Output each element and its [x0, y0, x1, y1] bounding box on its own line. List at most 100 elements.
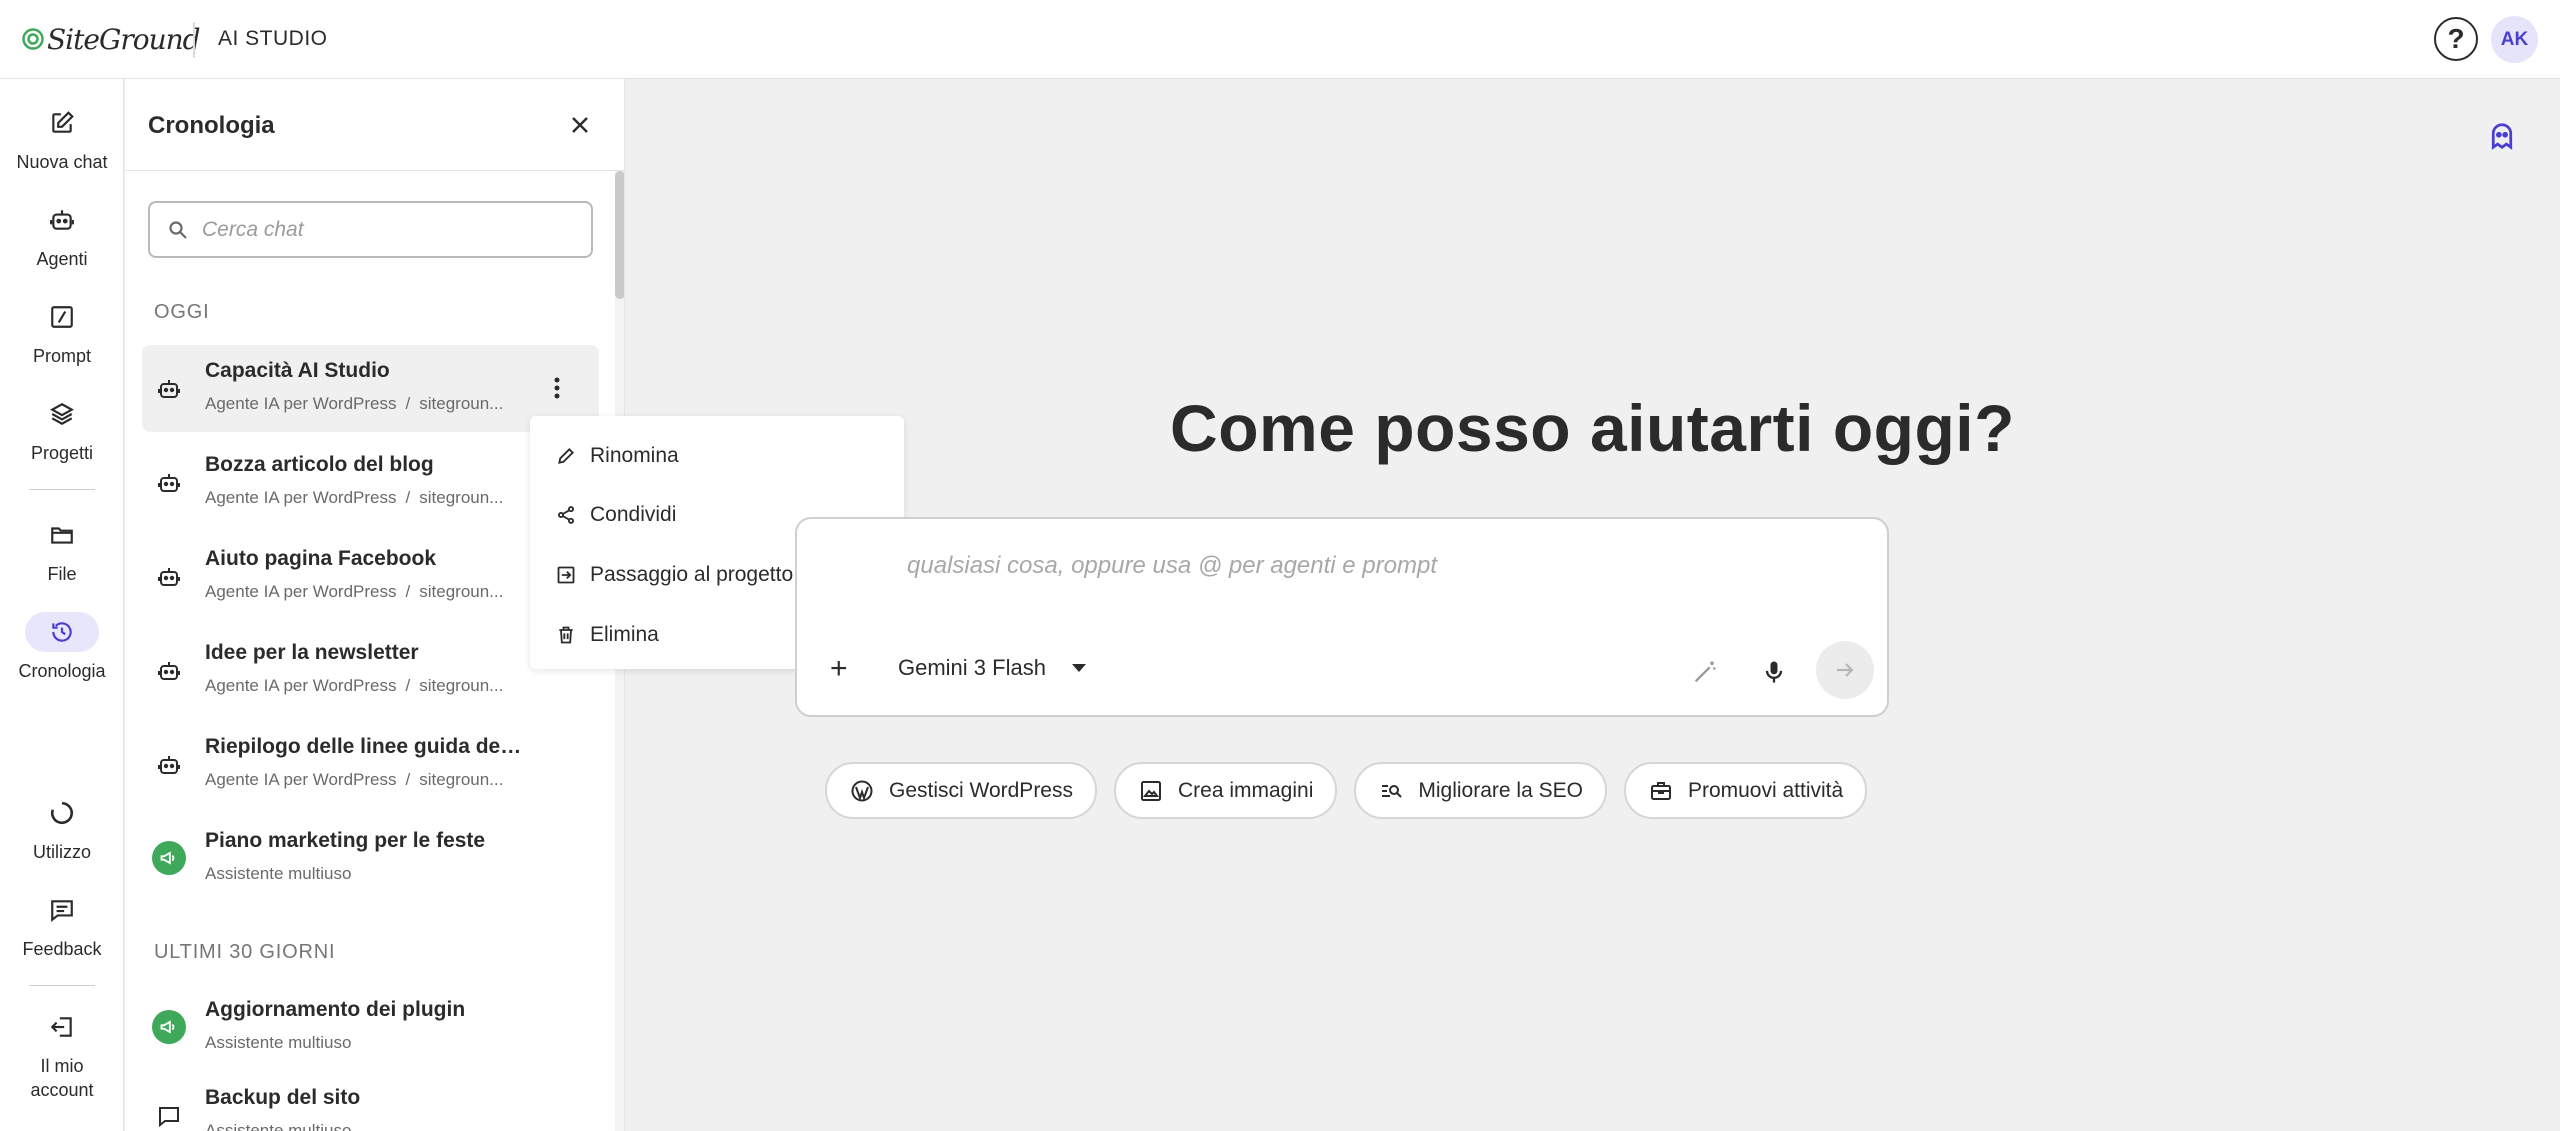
left-nav: Nuova chat Agenti Prompt Progetti File C…	[0, 79, 124, 1131]
wordpress-icon	[849, 778, 875, 804]
folder-icon	[25, 515, 99, 555]
chat-agent: Assistente multiuso	[205, 1121, 352, 1131]
chat-subtitle: Agente IA per WordPress / sitegroun...	[205, 394, 527, 414]
chat-bubble-icon	[154, 1101, 184, 1131]
robot-icon	[154, 374, 184, 404]
chip-label: Migliorare la SEO	[1418, 778, 1583, 802]
menu-item-label: Passaggio al progetto	[590, 563, 794, 586]
nav-history[interactable]: Cronologia	[0, 612, 124, 683]
nav-divider	[29, 489, 95, 490]
nav-label: Feedback	[22, 939, 102, 959]
microphone-icon[interactable]	[1760, 658, 1788, 686]
robot-icon	[154, 562, 184, 592]
chat-title: Aggiornamento dei plugin	[205, 998, 466, 1021]
search-input[interactable]	[202, 217, 562, 242]
robot-icon	[154, 656, 184, 686]
trash-icon	[554, 623, 578, 647]
siteground-logo[interactable]: SiteGround	[22, 20, 201, 58]
user-avatar[interactable]: AK	[2491, 16, 2538, 63]
logo-text: SiteGround	[47, 22, 201, 56]
section-title-last-30-days: ULTIMI 30 GIORNI	[154, 941, 336, 963]
chat-subtitle: Agente IA per WordPress / sitegroun...	[205, 488, 527, 508]
seo-search-icon	[1378, 778, 1404, 804]
prompt-composer: qualsiasi cosa, oppure usa @ per agenti …	[795, 517, 1889, 717]
model-selector[interactable]: Gemini 3 Flash	[898, 655, 1086, 681]
chip-create-images[interactable]: Crea immagini	[1114, 762, 1338, 819]
suggestion-chips: Gestisci WordPress Crea immagini Miglior…	[825, 762, 1868, 819]
nav-label: Nuova chat	[16, 152, 108, 172]
help-button[interactable]: ?	[2434, 17, 2478, 61]
section-title-today: OGGI	[154, 301, 210, 323]
nav-label: Agenti	[36, 249, 88, 269]
chat-separator: /	[405, 488, 411, 507]
chat-title: Idee per la newsletter	[205, 641, 419, 664]
chat-title: Aiuto pagina Facebook	[205, 547, 437, 570]
chat-subtitle: Agente IA per WordPress / sitegroun...	[205, 676, 527, 696]
share-icon	[554, 503, 578, 527]
ghost-icon[interactable]	[2487, 121, 2517, 151]
close-button[interactable]	[566, 111, 594, 139]
prompt-icon	[25, 297, 99, 337]
search-box	[148, 201, 593, 258]
nav-feedback[interactable]: Feedback	[0, 890, 124, 961]
more-options-button[interactable]	[542, 373, 572, 403]
chat-title: Riepilogo delle linee guida del b...	[205, 735, 525, 758]
send-button[interactable]	[1816, 641, 1874, 699]
chat-subtitle: Agente IA per WordPress / sitegroun...	[205, 582, 527, 602]
chip-improve-seo[interactable]: Migliorare la SEO	[1354, 762, 1607, 819]
megaphone-icon	[152, 841, 186, 875]
chat-agent: Assistente multiuso	[205, 864, 352, 883]
chat-list-item[interactable]: Piano marketing per le feste Assistente m…	[142, 815, 599, 902]
chat-site: sitegroun...	[419, 488, 504, 507]
chat-site: sitegroun...	[419, 770, 504, 789]
chat-subtitle: Assistente multiuso	[205, 864, 527, 884]
move-to-icon	[554, 563, 578, 587]
nav-new-chat[interactable]: Nuova chat	[0, 103, 124, 174]
chip-label: Crea immagini	[1178, 778, 1314, 802]
chat-separator: /	[405, 676, 411, 695]
nav-prompt[interactable]: Prompt	[0, 297, 124, 368]
logout-icon	[25, 1007, 99, 1047]
magic-wand-icon[interactable]	[1691, 658, 1719, 686]
pencil-icon	[554, 444, 578, 468]
nav-projects[interactable]: Progetti	[0, 394, 124, 465]
question-icon: ?	[2447, 23, 2465, 54]
nav-label: Utilizzo	[32, 842, 91, 862]
logo-icon	[22, 28, 44, 50]
scrollbar-thumb[interactable]	[615, 171, 624, 299]
top-bar: SiteGround AI STUDIO ? AK	[0, 0, 2560, 79]
welcome-heading: Come posso aiutarti oggi?	[1170, 391, 2015, 465]
chip-label: Gestisci WordPress	[889, 778, 1073, 802]
nav-account[interactable]: Il mio account	[0, 1007, 124, 1102]
chat-list-item[interactable]: Riepilogo delle linee guida del b... Agen…	[142, 721, 599, 808]
add-attachment-button[interactable]: +	[830, 652, 848, 686]
chip-manage-wordpress[interactable]: Gestisci WordPress	[825, 762, 1097, 819]
robot-icon	[154, 468, 184, 498]
chat-agent: Agente IA per WordPress	[205, 676, 397, 695]
chat-list-item[interactable]: Aggiornamento dei plugin Assistente multi…	[142, 984, 599, 1071]
history-icon	[25, 612, 99, 652]
layers-icon	[25, 394, 99, 434]
chat-agent: Assistente multiuso	[205, 1033, 352, 1052]
chat-list-item[interactable]: Backup del sito Assistente multiuso	[142, 1072, 599, 1131]
nav-usage[interactable]: Utilizzo	[0, 793, 124, 864]
model-name: Gemini 3 Flash	[898, 655, 1046, 680]
app-title: AI STUDIO	[218, 27, 328, 50]
chat-separator: /	[405, 582, 411, 601]
chat-title: Backup del sito	[205, 1086, 361, 1109]
prompt-input[interactable]: qualsiasi cosa, oppure usa @ per agenti …	[907, 552, 1437, 580]
chat-site: sitegroun...	[419, 676, 504, 695]
chip-promote-business[interactable]: Promuovi attività	[1623, 762, 1868, 819]
usage-icon	[25, 793, 99, 833]
history-header: Cronologia	[125, 79, 624, 171]
image-icon	[1138, 778, 1164, 804]
chat-separator: /	[405, 394, 411, 413]
nav-label: Prompt	[32, 346, 92, 366]
nav-agents[interactable]: Agenti	[0, 200, 124, 271]
nav-files[interactable]: File	[0, 515, 124, 586]
briefcase-icon	[1648, 778, 1674, 804]
chat-subtitle: Assistente multiuso	[205, 1033, 527, 1053]
robot-icon	[154, 750, 184, 780]
menu-item-label: Condividi	[590, 503, 677, 526]
header-divider	[193, 22, 195, 58]
